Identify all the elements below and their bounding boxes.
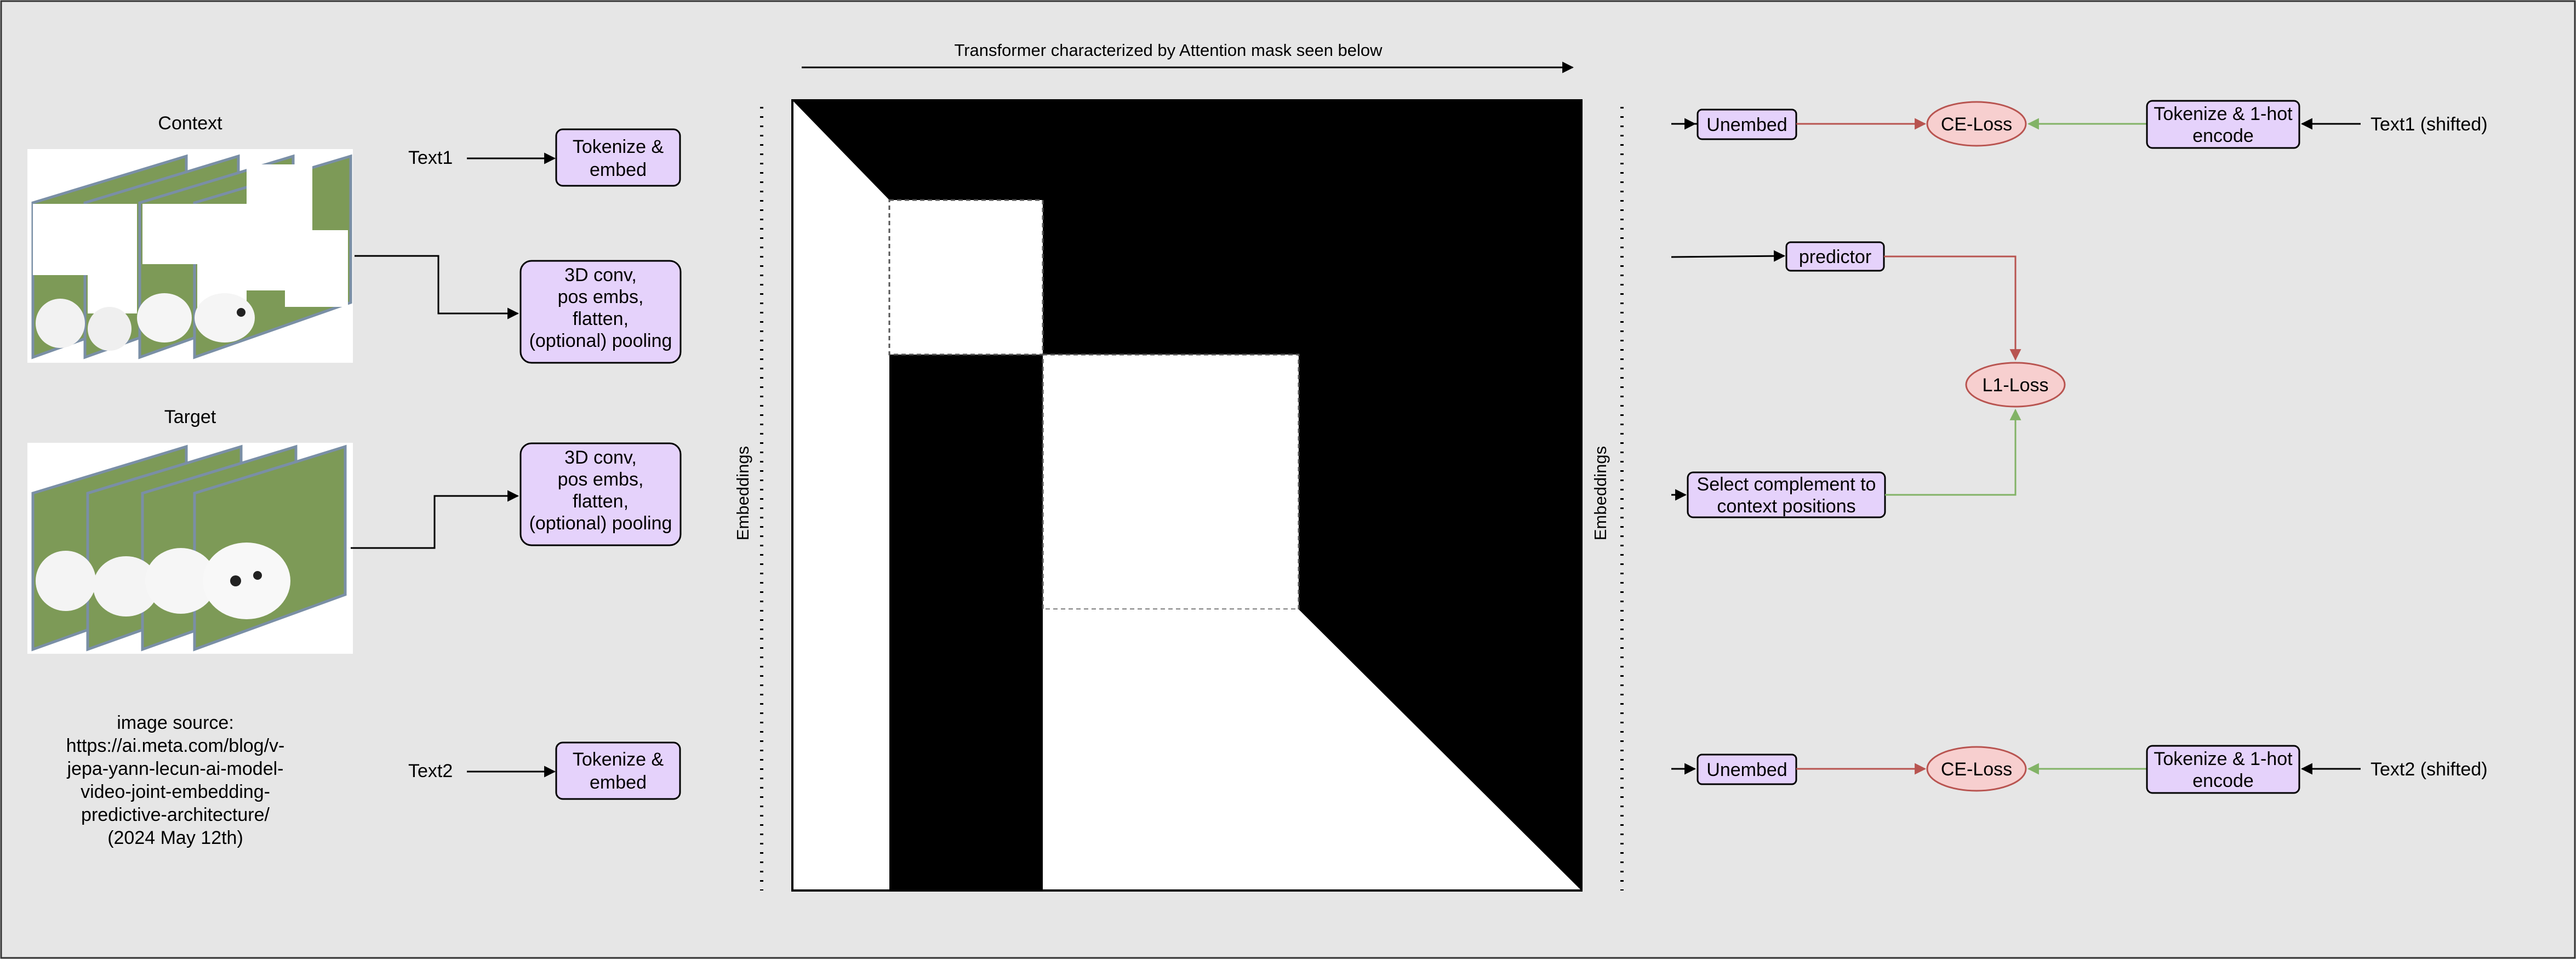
svg-text:3D conv,: 3D conv,: [564, 265, 637, 286]
embeddings-label-left: Embeddings: [733, 446, 752, 540]
svg-text:L1-Loss: L1-Loss: [1983, 375, 2049, 396]
tokenize-embed-box-2: Tokenize & embed: [555, 741, 681, 800]
text2-label: Text2: [408, 761, 453, 781]
svg-text:Unembed: Unembed: [1706, 760, 1787, 780]
svg-text:Unembed: Unembed: [1706, 115, 1787, 135]
svg-text:CE-Loss: CE-Loss: [1941, 759, 2012, 780]
svg-text:https://ai.meta.com/blog/v-: https://ai.meta.com/blog/v-: [66, 735, 285, 756]
svg-text:pos embs,: pos embs,: [558, 469, 644, 490]
tokenize-embed-box-1: Tokenize & embed: [555, 128, 681, 187]
svg-text:3D conv,: 3D conv,: [564, 447, 637, 468]
text1-shifted-label: Text1 (shifted): [2371, 114, 2488, 135]
svg-text:Tokenize &: Tokenize &: [573, 136, 664, 157]
text2-shifted-label: Text2 (shifted): [2371, 759, 2488, 780]
context-title: Context: [158, 113, 222, 134]
embeddings-label-right: Embeddings: [1591, 446, 1610, 540]
attention-mask-matrix: [791, 99, 1583, 892]
conv-box-context: 3D conv, pos embs, flatten, (optional) p…: [519, 260, 682, 364]
diagram-canvas: Context Target Text1 Tokenize & embed 3D…: [0, 0, 2576, 959]
svg-text:Tokenize & 1-hot: Tokenize & 1-hot: [2154, 749, 2293, 769]
svg-text:(optional) pooling: (optional) pooling: [529, 513, 672, 534]
svg-text:flatten,: flatten,: [573, 309, 629, 329]
l1-loss-ellipse: L1-Loss: [1965, 362, 2066, 408]
diagram-svg: Context Target Text1 Tokenize & embed 3D…: [0, 0, 2576, 959]
svg-text:predictor: predictor: [1799, 247, 1871, 267]
predictor-box: predictor: [1785, 241, 1885, 272]
svg-text:embed: embed: [590, 159, 647, 180]
svg-text:Tokenize &: Tokenize &: [573, 749, 664, 770]
context-image-stack: [27, 149, 353, 363]
text1-label: Text1: [408, 147, 453, 168]
target-title: Target: [164, 407, 216, 427]
ce-loss-ellipse-2: CE-Loss: [1926, 746, 2027, 792]
svg-text:jepa-yann-lecun-ai-model-: jepa-yann-lecun-ai-model-: [67, 758, 284, 779]
svg-text:CE-Loss: CE-Loss: [1941, 114, 2012, 135]
target-image-stack: [27, 443, 353, 654]
svg-text:flatten,: flatten,: [573, 491, 629, 512]
unembed-box-2: Unembed: [1697, 754, 1797, 785]
svg-text:Select complement to: Select complement to: [1697, 474, 1876, 495]
conv-box-target: 3D conv, pos embs, flatten, (optional) p…: [519, 442, 682, 546]
svg-text:image source:: image source:: [117, 712, 234, 733]
svg-text:embed: embed: [590, 772, 647, 793]
svg-text:predictive-architecture/: predictive-architecture/: [81, 804, 270, 825]
svg-text:(optional) pooling: (optional) pooling: [529, 330, 672, 351]
select-complement-box: Select complement to context positions: [1687, 471, 1886, 518]
svg-text:video-joint-embedding-: video-joint-embedding-: [81, 781, 270, 802]
svg-text:Tokenize & 1-hot: Tokenize & 1-hot: [2154, 104, 2293, 124]
svg-text:context positions: context positions: [1717, 496, 1855, 517]
tokenize-onehot-box-1: Tokenize & 1-hot encode: [2146, 100, 2300, 149]
ce-loss-ellipse-1: CE-Loss: [1926, 101, 2027, 147]
tokenize-onehot-box-2: Tokenize & 1-hot encode: [2146, 745, 2300, 794]
svg-text:(2024 May 12th): (2024 May 12th): [107, 827, 243, 848]
svg-text:encode: encode: [2192, 770, 2254, 791]
svg-text:encode: encode: [2192, 125, 2254, 146]
svg-text:pos embs,: pos embs,: [558, 287, 644, 307]
unembed-box-1: Unembed: [1697, 109, 1797, 140]
transformer-caption: Transformer characterized by Attention m…: [954, 41, 1383, 60]
